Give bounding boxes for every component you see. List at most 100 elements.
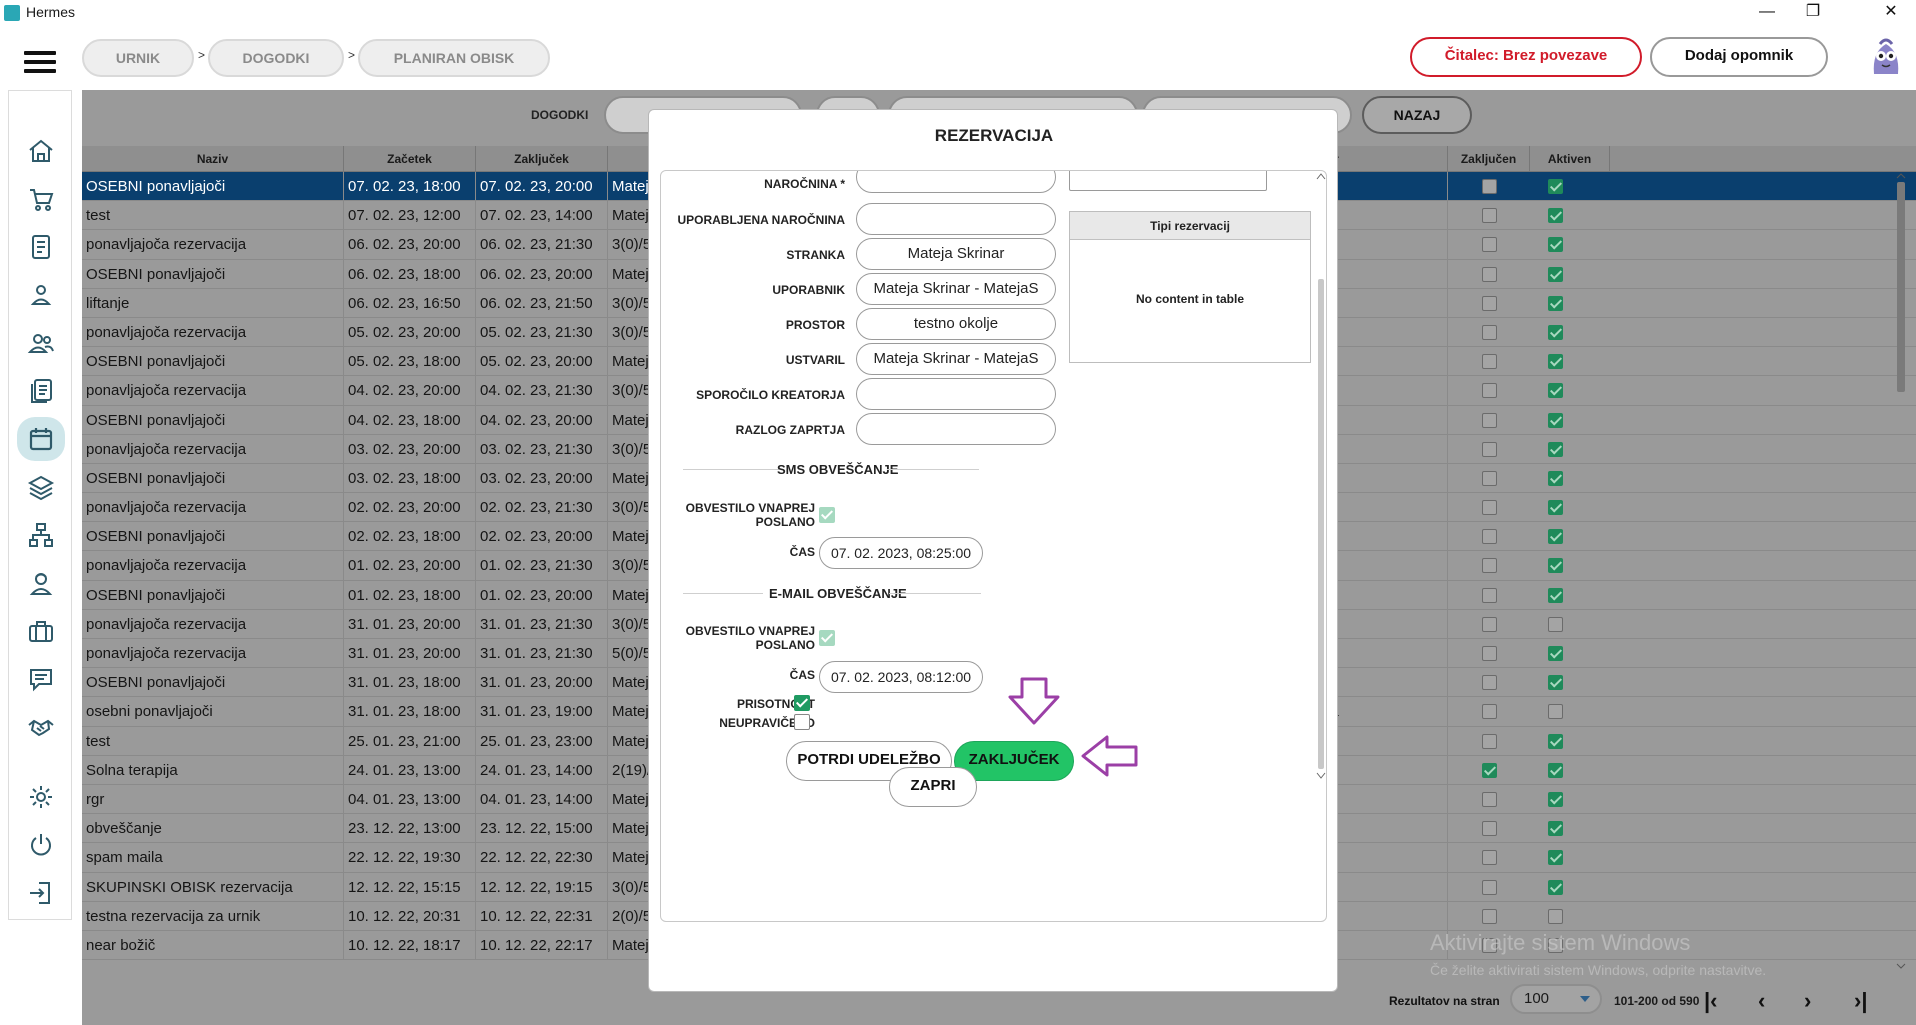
- close-reason-field[interactable]: [856, 413, 1056, 445]
- closed-checkbox[interactable]: [1482, 704, 1497, 720]
- closed-checkbox[interactable]: [1482, 908, 1497, 924]
- room-field[interactable]: testno okolje: [856, 308, 1056, 340]
- column-header-end[interactable]: Zaključek: [476, 146, 608, 172]
- handshake-icon[interactable]: [23, 709, 59, 745]
- creator-field[interactable]: Mateja Skrinar - MatejaS: [856, 343, 1056, 375]
- close-dialog-button[interactable]: ZAPRI: [889, 767, 977, 807]
- back-button[interactable]: NAZAJ: [1362, 96, 1472, 134]
- closed-checkbox[interactable]: [1482, 879, 1497, 895]
- briefcase-icon[interactable]: [23, 613, 59, 649]
- closed-checkbox[interactable]: [1482, 500, 1497, 516]
- closed-checkbox[interactable]: [1482, 208, 1497, 224]
- active-checkbox[interactable]: [1548, 179, 1563, 194]
- calendar-icon[interactable]: [17, 417, 65, 461]
- closed-checkbox[interactable]: [1482, 616, 1497, 632]
- active-checkbox[interactable]: [1548, 821, 1563, 837]
- active-checkbox[interactable]: [1548, 441, 1563, 457]
- closed-checkbox[interactable]: [1482, 587, 1497, 603]
- breadcrumb-dogodki[interactable]: DOGODKI: [208, 39, 344, 77]
- avatar[interactable]: [1866, 34, 1906, 78]
- active-checkbox[interactable]: [1548, 412, 1563, 428]
- menu-icon[interactable]: [24, 51, 56, 73]
- active-checkbox[interactable]: [1548, 646, 1563, 661]
- closed-checkbox[interactable]: [1482, 266, 1497, 282]
- sms-time-field[interactable]: 07. 02. 2023, 08:25:00: [819, 537, 983, 569]
- active-checkbox[interactable]: [1548, 383, 1563, 399]
- minimize-icon[interactable]: —: [1744, 0, 1790, 26]
- closed-checkbox[interactable]: [1482, 237, 1497, 253]
- cart-icon[interactable]: [23, 181, 59, 217]
- closed-checkbox[interactable]: [1482, 441, 1497, 457]
- active-checkbox[interactable]: [1548, 762, 1563, 778]
- sms-sent-checkbox[interactable]: [819, 507, 835, 523]
- closed-checkbox[interactable]: [1482, 412, 1497, 428]
- closed-checkbox[interactable]: [1482, 383, 1497, 399]
- active-checkbox[interactable]: [1548, 733, 1563, 749]
- reader-status-button[interactable]: Čitalec: Brez povezave: [1410, 37, 1642, 77]
- narocnina-field[interactable]: [856, 171, 1056, 193]
- message-icon[interactable]: [23, 661, 59, 697]
- closed-checkbox[interactable]: [1482, 850, 1497, 866]
- active-checkbox[interactable]: [1548, 208, 1563, 224]
- dialog-scrollbar[interactable]: [1315, 171, 1326, 921]
- user-field[interactable]: Mateja Skrinar - MatejaS: [856, 273, 1056, 305]
- restore-icon[interactable]: ❐: [1790, 0, 1836, 26]
- closed-checkbox[interactable]: [1482, 675, 1497, 691]
- previous-page-icon[interactable]: ‹: [1758, 988, 1765, 1014]
- last-page-icon[interactable]: ›|: [1854, 988, 1867, 1014]
- active-checkbox[interactable]: [1548, 675, 1563, 691]
- closed-checkbox[interactable]: [1482, 529, 1497, 545]
- closed-checkbox[interactable]: [1482, 762, 1497, 778]
- gear-icon[interactable]: [23, 779, 59, 815]
- logout-icon[interactable]: [23, 875, 59, 911]
- close-window-icon[interactable]: ✕: [1868, 0, 1914, 26]
- attendance-checkbox[interactable]: [794, 695, 810, 711]
- home-icon[interactable]: [23, 133, 59, 169]
- power-icon[interactable]: [23, 827, 59, 863]
- active-checkbox[interactable]: [1548, 558, 1563, 574]
- table-scrollbar[interactable]: [1894, 172, 1908, 972]
- closed-checkbox[interactable]: [1482, 558, 1497, 574]
- active-checkbox[interactable]: [1548, 529, 1563, 545]
- active-checkbox[interactable]: [1548, 354, 1563, 370]
- page-size-select[interactable]: 100: [1510, 984, 1602, 1014]
- closed-checkbox[interactable]: [1482, 354, 1497, 370]
- closed-checkbox[interactable]: [1482, 470, 1497, 486]
- email-sent-checkbox[interactable]: [819, 630, 835, 646]
- active-checkbox[interactable]: [1548, 295, 1563, 311]
- active-checkbox[interactable]: [1548, 587, 1563, 603]
- breadcrumb-urnik[interactable]: URNIK: [82, 39, 194, 77]
- closed-checkbox[interactable]: [1482, 733, 1497, 749]
- column-header-start[interactable]: Začetek: [344, 146, 476, 172]
- network-icon[interactable]: [23, 517, 59, 553]
- breadcrumb-planiran-obisk[interactable]: PLANIRAN OBISK: [358, 39, 550, 77]
- narocnina-extra-field[interactable]: [1069, 171, 1267, 191]
- documents-icon[interactable]: [23, 373, 59, 409]
- closed-checkbox[interactable]: [1482, 821, 1497, 837]
- active-checkbox[interactable]: [1548, 704, 1563, 720]
- unjustified-checkbox[interactable]: [794, 714, 810, 730]
- closed-checkbox[interactable]: [1482, 646, 1497, 661]
- creator-message-field[interactable]: [856, 378, 1056, 410]
- invoice-icon[interactable]: [23, 229, 59, 265]
- next-page-icon[interactable]: ›: [1804, 988, 1811, 1014]
- active-checkbox[interactable]: [1548, 616, 1563, 632]
- closed-checkbox[interactable]: [1482, 179, 1497, 194]
- email-time-field[interactable]: 07. 02. 2023, 08:12:00: [819, 661, 983, 693]
- closed-checkbox[interactable]: [1482, 324, 1497, 340]
- first-page-icon[interactable]: |‹: [1704, 988, 1717, 1014]
- active-checkbox[interactable]: [1548, 266, 1563, 282]
- add-reminder-button[interactable]: Dodaj opomnik: [1650, 37, 1828, 77]
- active-checkbox[interactable]: [1548, 470, 1563, 486]
- active-checkbox[interactable]: [1548, 237, 1563, 253]
- active-checkbox[interactable]: [1548, 908, 1563, 924]
- active-checkbox[interactable]: [1548, 500, 1563, 516]
- closed-checkbox[interactable]: [1482, 791, 1497, 807]
- layers-icon[interactable]: [23, 469, 59, 505]
- column-header-name[interactable]: Naziv: [82, 146, 344, 172]
- closed-checkbox[interactable]: [1482, 295, 1497, 311]
- users-icon[interactable]: [23, 325, 59, 361]
- column-header-active[interactable]: Aktiven: [1530, 146, 1610, 172]
- user-icon[interactable]: [23, 277, 59, 313]
- customer-field[interactable]: Mateja Skrinar: [856, 238, 1056, 270]
